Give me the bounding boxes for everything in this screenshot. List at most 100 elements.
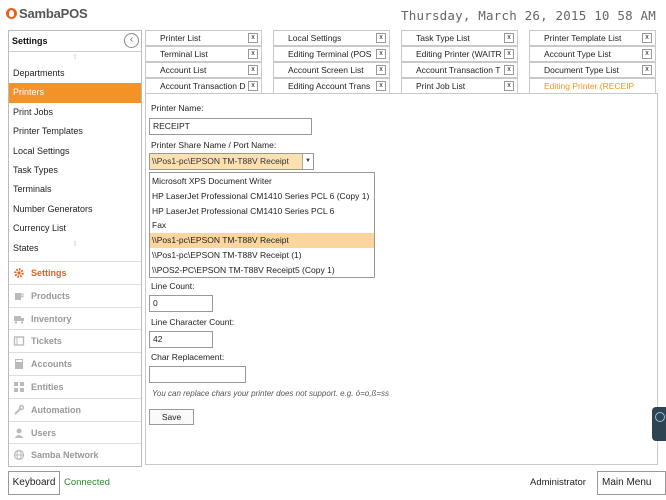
close-icon[interactable]: x xyxy=(504,49,514,59)
close-icon[interactable]: x xyxy=(248,81,258,91)
tab-label: Account Type List xyxy=(544,49,611,59)
nav-section-accounts[interactable]: Accounts xyxy=(9,352,141,376)
share-name-select[interactable]: \\Pos1-pc\EPSON TM-T88V Receipt ▼ xyxy=(149,153,314,170)
tab-label: Print Job List xyxy=(416,81,466,91)
tab-label: Document Type List xyxy=(544,65,619,75)
line-char-count-input[interactable]: 42 xyxy=(149,331,213,348)
tab-label: Editing Printer (RECEIP xyxy=(544,81,635,91)
main-menu-button[interactable]: Main Menu xyxy=(597,471,666,495)
dropdown-option[interactable]: HP LaserJet Professional CM1410 Series P… xyxy=(150,204,374,219)
tab-account-transaction-d[interactable]: Account Transaction Dx xyxy=(145,78,262,94)
nav-item[interactable]: Currency List xyxy=(9,219,141,238)
current-user: Administrator xyxy=(530,477,586,488)
tab-task-type-list[interactable]: Task Type List x xyxy=(401,30,518,46)
scroll-up-icon[interactable]: ⇧ xyxy=(9,52,141,64)
dropdown-option[interactable]: HP LaserJet Professional CM1410 Series P… xyxy=(150,189,374,204)
dropdown-option[interactable]: \\POS2-PC\EPSON TM-T88V Receipt5 (Copy 1… xyxy=(150,263,374,278)
char-replacement-hint: You can replace chars your printer does … xyxy=(152,389,390,398)
tab-printer-list[interactable]: Printer List x xyxy=(145,30,262,46)
nav-section-automation[interactable]: Automation xyxy=(9,397,141,421)
nav-item[interactable]: Task Types xyxy=(9,161,141,180)
char-replacement-input[interactable] xyxy=(149,366,246,383)
nav-section-settings[interactable]: Settings xyxy=(9,261,141,284)
nav-item[interactable]: Number Generators xyxy=(9,200,141,219)
close-icon[interactable]: x xyxy=(376,65,386,75)
scroll-down-icon[interactable]: ⇩ xyxy=(9,240,141,250)
nav-section-label: Tickets xyxy=(31,336,62,347)
back-button[interactable]: ‹ xyxy=(124,33,139,48)
close-icon[interactable]: x xyxy=(642,33,652,43)
printer-name-input[interactable]: RECEIPT xyxy=(149,118,312,135)
tab-document-type-list[interactable]: Document Type List x xyxy=(529,62,656,78)
tab-label: Printer Template List xyxy=(544,33,622,43)
save-button[interactable]: Save xyxy=(149,409,194,425)
user-icon xyxy=(13,427,25,439)
close-icon[interactable]: x xyxy=(376,33,386,43)
tab-label: Editing Account Trans xyxy=(288,81,371,91)
nav-section-inventory[interactable]: Inventory xyxy=(9,306,141,330)
close-icon[interactable]: x xyxy=(248,33,258,43)
tab-label: Account Transaction T xyxy=(416,65,501,75)
tab-print-job-list[interactable]: Print Job List x xyxy=(401,78,518,94)
grid-icon xyxy=(13,381,25,393)
tab-label: Editing Printer (WAITR xyxy=(416,49,502,59)
nav-section-label: Settings xyxy=(31,268,67,278)
line-count-input[interactable]: 0 xyxy=(149,295,213,312)
footer-bar: Keyboard Connected Administrator Main Me… xyxy=(0,469,666,500)
nav-item[interactable]: Local Settings xyxy=(9,142,141,161)
nav-item[interactable]: Departments xyxy=(9,64,141,83)
tab-account-transaction-t[interactable]: Account Transaction Tx xyxy=(401,62,518,78)
close-icon[interactable]: x xyxy=(504,81,514,91)
close-icon[interactable]: x xyxy=(642,49,652,59)
editing-printer-panel: Printer Name: RECEIPT Printer Share Name… xyxy=(145,93,658,465)
chevron-down-icon[interactable]: ▼ xyxy=(303,154,313,169)
close-icon[interactable]: x xyxy=(248,49,258,59)
gear-icon xyxy=(13,267,25,279)
nav-section-tickets[interactable]: Tickets xyxy=(9,329,141,353)
nav-section-label: Products xyxy=(31,290,71,301)
tab-terminal-list[interactable]: Terminal List x xyxy=(145,46,262,62)
nav-item[interactable]: Printer Templates xyxy=(9,122,141,141)
tab-editing-printer-waitr[interactable]: Editing Printer (WAITR x xyxy=(401,46,518,62)
nav-section-label: Automation xyxy=(31,404,81,415)
dropdown-option[interactable]: \\Pos1-pc\EPSON TM-T88V Receipt (1) xyxy=(150,248,374,263)
nav-item[interactable]: Print Jobs xyxy=(9,103,141,122)
nav-section-entities[interactable]: Entities xyxy=(9,375,141,398)
line-count-label: Line Count: xyxy=(151,281,195,291)
close-icon[interactable]: x xyxy=(504,33,514,43)
char-replacement-label: Char Replacement: xyxy=(151,352,225,362)
cup-icon xyxy=(13,290,25,302)
nav-item[interactable]: Printers xyxy=(9,83,141,103)
calculator-icon xyxy=(13,358,25,370)
wrench-icon xyxy=(13,404,25,416)
nav-section-samba-network[interactable]: Samba Network xyxy=(9,443,141,467)
header-bar: SambaPOS Thursday, March 26, 2015 10 58 … xyxy=(0,0,666,30)
close-icon[interactable]: x xyxy=(376,49,386,59)
close-icon[interactable]: x xyxy=(504,65,514,75)
nav-section-users[interactable]: Users xyxy=(9,420,141,444)
tab-printer-template-list[interactable]: Printer Template List x xyxy=(529,30,656,46)
close-icon[interactable]: x xyxy=(248,65,258,75)
tab-editing-account-trans[interactable]: Editing Account Trans x xyxy=(273,78,390,94)
dropdown-option[interactable]: Fax xyxy=(150,218,374,233)
keyboard-button[interactable]: Keyboard xyxy=(8,471,60,495)
tab-label: Account List xyxy=(160,65,207,75)
dropdown-option[interactable]: \\Pos1-pc\EPSON TM-T88V Receipt xyxy=(150,233,374,248)
dropdown-option[interactable]: Microsoft XPS Document Writer xyxy=(150,174,374,189)
truck-icon xyxy=(13,313,25,325)
close-icon[interactable]: x xyxy=(376,81,386,91)
close-icon[interactable]: x xyxy=(642,65,652,75)
tab-editing-terminal-pos[interactable]: Editing Terminal (POS x xyxy=(273,46,390,62)
nav-section-label: Entities xyxy=(31,382,64,392)
tab-editing-printer-receip[interactable]: Editing Printer (RECEIP xyxy=(529,78,656,94)
nav-section-products[interactable]: Products xyxy=(9,283,141,307)
tab-account-list[interactable]: Account List x xyxy=(145,62,262,78)
nav-item[interactable]: Terminals xyxy=(9,180,141,199)
nav-section-label: Users xyxy=(31,427,57,438)
tab-account-type-list[interactable]: Account Type List x xyxy=(529,46,656,62)
tab-account-screen-list[interactable]: Account Screen List x xyxy=(273,62,390,78)
help-widget-icon[interactable] xyxy=(652,407,666,441)
nav-title: Settings xyxy=(12,36,48,46)
share-name-dropdown-list: Microsoft XPS Document Writer HP LaserJet… xyxy=(149,172,375,278)
tab-local-settings[interactable]: Local Settings x xyxy=(273,30,390,46)
